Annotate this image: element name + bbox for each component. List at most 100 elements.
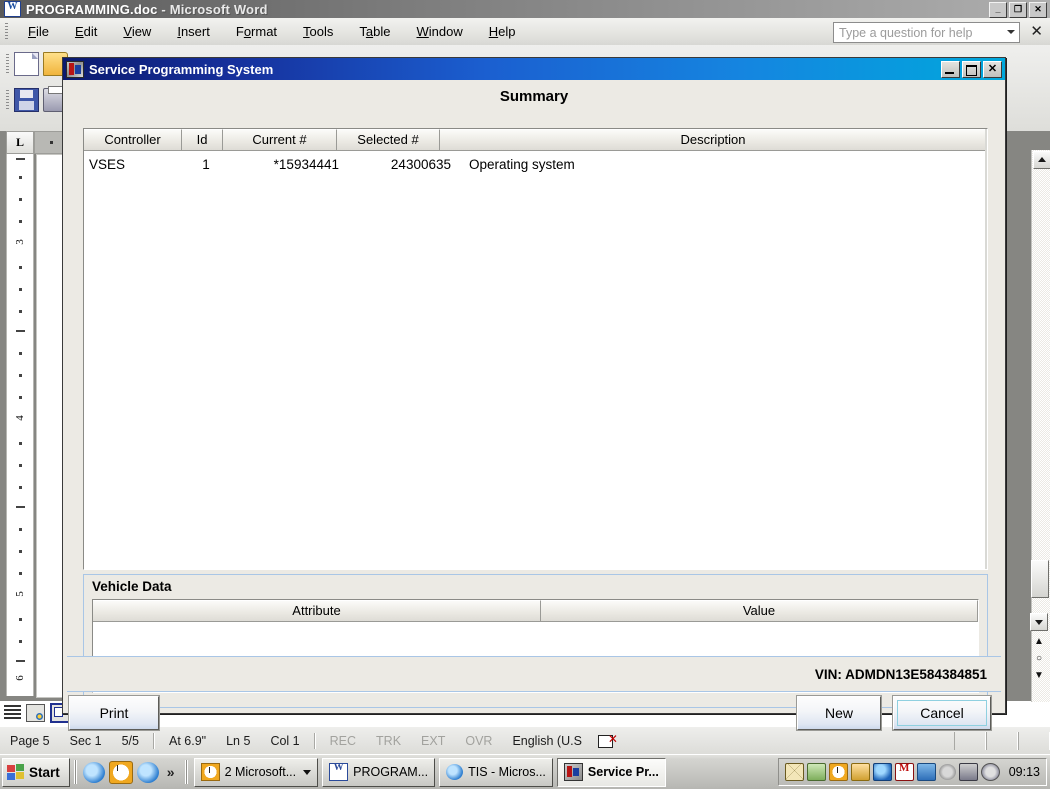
word-close-button[interactable]: ✕: [1029, 2, 1047, 18]
windows-flag-icon: [7, 764, 25, 780]
new-document-icon[interactable]: [14, 52, 39, 76]
taskbar-item-label: 2 Microsoft...: [225, 765, 297, 779]
menu-insert[interactable]: Insert: [164, 22, 223, 41]
toolbar-grip-2[interactable]: [6, 90, 9, 110]
summary-table-scrollbar[interactable]: [985, 129, 987, 569]
menu-view[interactable]: View: [110, 22, 164, 41]
cancel-button[interactable]: Cancel: [893, 696, 991, 730]
column-header-id[interactable]: Id: [182, 129, 223, 151]
word-icon: [329, 763, 348, 781]
ruler-number-6: 6: [14, 665, 26, 691]
taskbar-item-tis[interactable]: TIS - Micros...: [439, 758, 553, 787]
normal-view-icon[interactable]: [4, 705, 21, 721]
word-title-suffix: - Microsoft Word: [158, 2, 268, 17]
summary-table[interactable]: Controller Id Current # Selected # Descr…: [83, 128, 988, 570]
mcafee-icon[interactable]: [895, 763, 914, 781]
ruler-number-4: 4: [14, 405, 26, 431]
print-button[interactable]: Print: [69, 696, 159, 730]
vehicle-data-table-header: Attribute Value: [93, 600, 978, 622]
taskbar-item-microsoft-group[interactable]: 2 Microsoft...: [194, 758, 319, 787]
taskbar: Start » 2 Microsoft... PROGRAM... TIS - …: [0, 754, 1050, 789]
ruler-number-3: 3: [14, 229, 26, 255]
vertical-scrollbar[interactable]: ▲ ○ ▼: [1031, 150, 1050, 702]
dialog-minimize-button[interactable]: [941, 61, 960, 78]
toolbar-grip[interactable]: [6, 54, 9, 74]
scroll-up-button[interactable]: [1033, 151, 1050, 169]
column-header-controller[interactable]: Controller: [84, 129, 182, 151]
word-title: PROGRAMMING.doc - Microsoft Word: [26, 2, 268, 17]
new-button[interactable]: New: [797, 696, 881, 730]
menu-format[interactable]: Format: [223, 22, 290, 41]
start-button-label: Start: [29, 765, 60, 780]
task-pane-close-button[interactable]: ✕: [1030, 22, 1043, 41]
clock-icon[interactable]: [829, 763, 848, 781]
internet-explorer-icon[interactable]: [137, 762, 159, 783]
start-button[interactable]: Start: [2, 758, 70, 787]
dialog-button-bar: Print New Cancel: [63, 690, 1005, 740]
service-programming-system-dialog: Service Programming System ✕ Summary Con…: [62, 57, 1006, 714]
cell-current-number: *15934441: [226, 157, 349, 172]
browse-object-controls[interactable]: ▲ ○ ▼: [1029, 612, 1049, 683]
settings-icon[interactable]: [981, 763, 1000, 781]
menu-tools[interactable]: Tools: [290, 22, 346, 41]
dialog-maximize-button[interactable]: [962, 61, 981, 78]
vertical-ruler[interactable]: 3 4 5 6: [6, 154, 34, 696]
menubar-grip[interactable]: [5, 23, 8, 40]
clock-icon[interactable]: [109, 761, 133, 784]
dialog-titlebar[interactable]: Service Programming System ✕: [63, 58, 1005, 80]
menu-window[interactable]: Window: [404, 22, 476, 41]
taskbar-clock[interactable]: 09:13: [1003, 765, 1040, 779]
dialog-window-controls: ✕: [941, 61, 1002, 78]
show-desktop-icon[interactable]: [83, 762, 105, 783]
security-key-icon[interactable]: [851, 763, 870, 781]
menu-help[interactable]: Help: [476, 22, 529, 41]
chevron-down-icon[interactable]: [1007, 30, 1015, 34]
column-header-description[interactable]: Description: [440, 129, 987, 151]
summary-table-header: Controller Id Current # Selected # Descr…: [84, 129, 987, 151]
scroll-down-button[interactable]: [1030, 613, 1048, 631]
dialog-close-button[interactable]: ✕: [983, 61, 1002, 78]
scrollbar-thumb[interactable]: [1031, 560, 1049, 598]
taskbar-item-service-programming[interactable]: Service Pr...: [557, 758, 666, 787]
vin-bar: VIN: ADMDN13E584384851: [67, 656, 1001, 692]
select-browse-object-icon[interactable]: ○: [1032, 651, 1047, 666]
word-document-name: PROGRAMMING.doc: [26, 2, 158, 17]
column-header-value[interactable]: Value: [541, 600, 978, 622]
column-header-attribute[interactable]: Attribute: [93, 600, 541, 622]
save-icon[interactable]: [14, 88, 39, 112]
status-page: Page 5: [0, 734, 60, 748]
word-minimize-button[interactable]: _: [989, 2, 1007, 18]
next-page-icon[interactable]: ▼: [1032, 668, 1047, 683]
overflow-chevron-icon[interactable]: »: [163, 764, 179, 780]
column-header-current[interactable]: Current #: [223, 129, 337, 151]
internet-explorer-icon: [446, 764, 463, 780]
word-restore-button[interactable]: ❐: [1009, 2, 1027, 18]
sps-app-icon: [564, 763, 583, 781]
dictionary-icon[interactable]: [917, 763, 936, 781]
chevron-down-icon[interactable]: [303, 770, 311, 775]
menu-table[interactable]: Table: [346, 22, 403, 41]
group-clock-icon: [201, 763, 220, 781]
previous-page-icon[interactable]: ▲: [1032, 634, 1047, 649]
web-layout-view-icon[interactable]: [26, 704, 45, 722]
taskbar-item-programming-doc[interactable]: PROGRAM...: [322, 758, 435, 787]
column-header-selected[interactable]: Selected #: [337, 129, 440, 151]
ask-a-question-box[interactable]: Type a question for help: [833, 22, 1020, 43]
cell-id: 1: [186, 157, 226, 172]
menu-edit[interactable]: Edit: [62, 22, 110, 41]
word-window-controls: _ ❐ ✕: [989, 2, 1047, 18]
mail-icon[interactable]: [785, 763, 804, 781]
table-row[interactable]: VSES 1 *15934441 24300635 Operating syst…: [84, 151, 987, 177]
taskbar-item-label: Service Pr...: [588, 765, 659, 779]
volume-icon[interactable]: [939, 764, 956, 780]
menu-file[interactable]: File: [15, 22, 62, 41]
focus-ring: [897, 700, 987, 726]
green-shield-icon[interactable]: [807, 763, 826, 781]
dialog-body: Summary Controller Id Current # Selected…: [63, 80, 1005, 713]
network-icon[interactable]: [959, 763, 978, 781]
ask-a-question-placeholder: Type a question for help: [834, 26, 972, 40]
cell-controller: VSES: [84, 157, 186, 172]
tab-selector-button[interactable]: L: [6, 131, 34, 154]
ruler-number-5: 5: [14, 581, 26, 607]
globe-icon[interactable]: [873, 763, 892, 781]
